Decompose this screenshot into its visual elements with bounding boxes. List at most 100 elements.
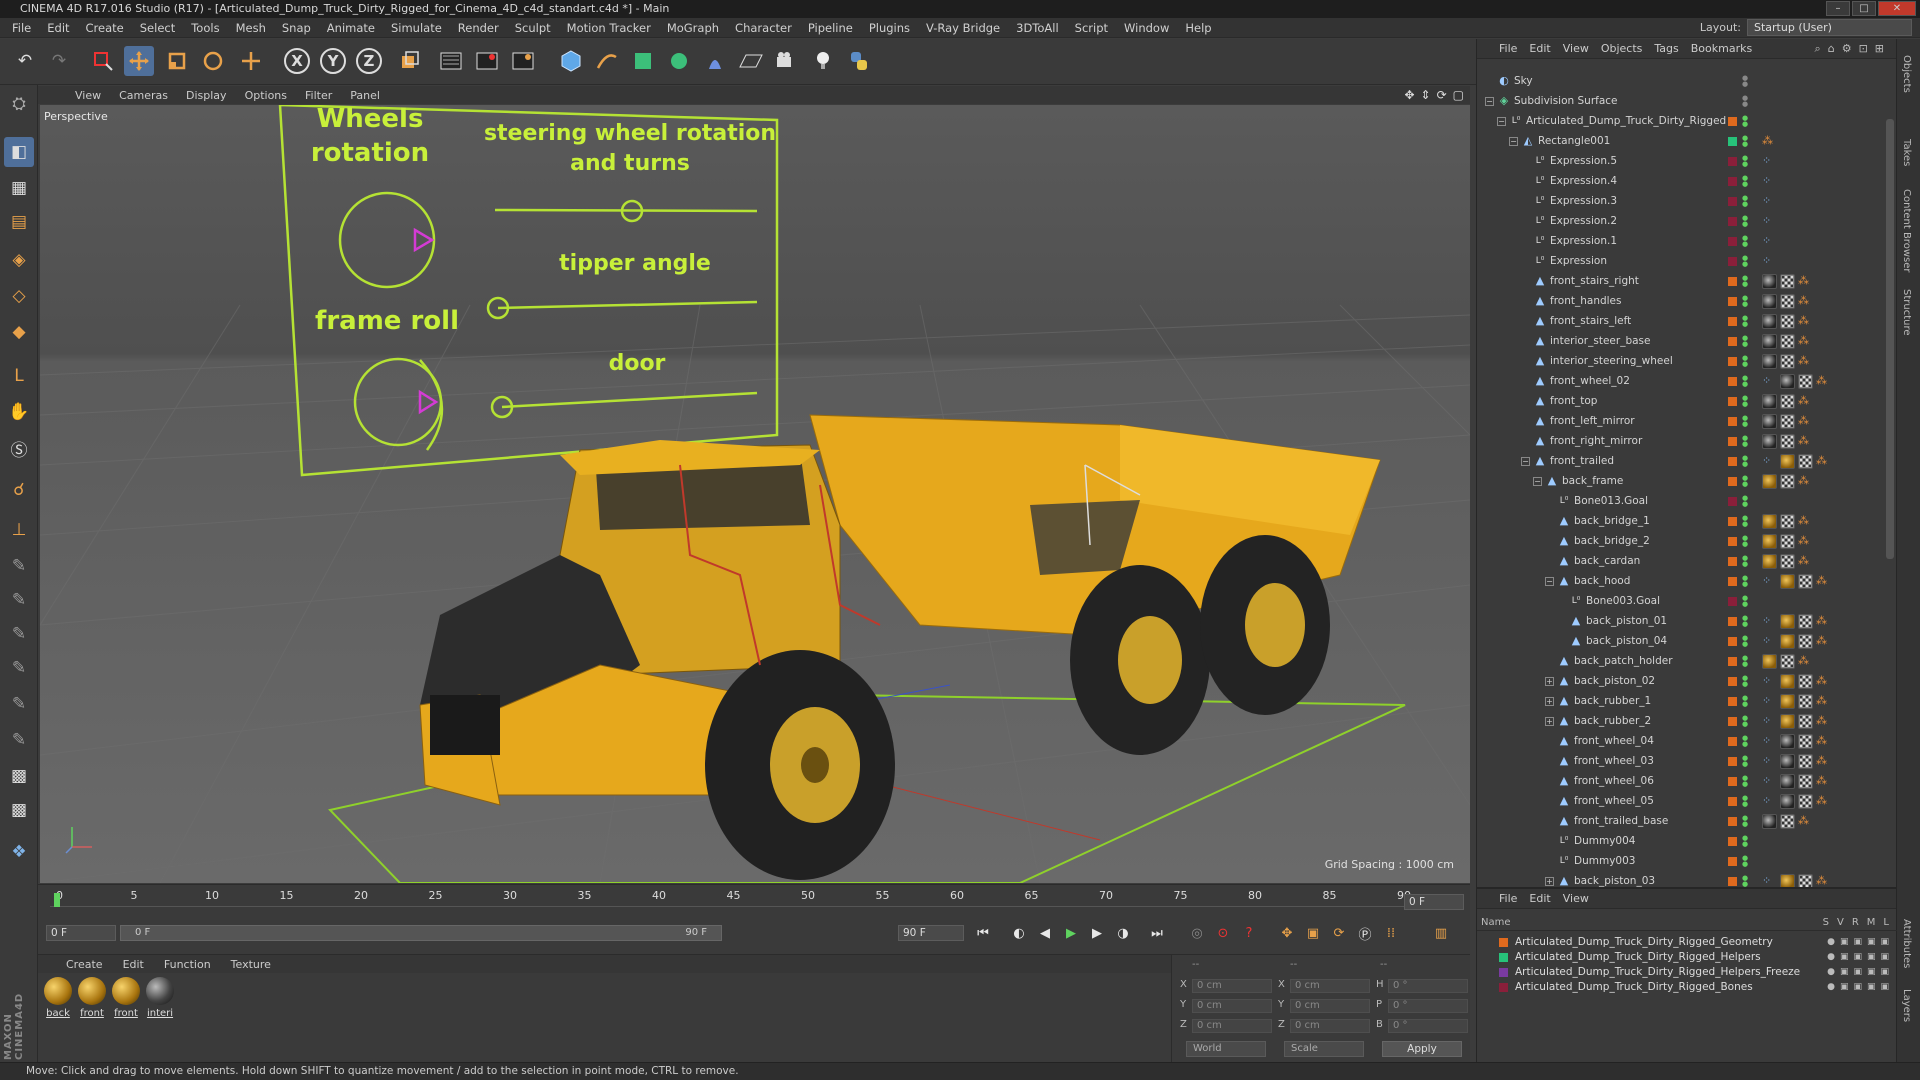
- close-button[interactable]: ✕: [1878, 1, 1916, 16]
- coord-field-value[interactable]: 0 cm: [1290, 979, 1370, 993]
- visibility-toggle-icon[interactable]: ● ●: [1742, 155, 1748, 168]
- record-keys-icon[interactable]: ◎: [1186, 922, 1208, 944]
- material-tag-icon[interactable]: [1762, 394, 1777, 409]
- timeline-window-icon[interactable]: ▥: [1430, 922, 1452, 944]
- object-row[interactable]: ▲ front_trailed_base ● ● ⁂: [1477, 812, 1887, 832]
- render-icon[interactable]: ▣: [1853, 937, 1862, 947]
- material-swatch[interactable]: front: [76, 977, 108, 1019]
- z-axis-icon[interactable]: Z: [356, 48, 382, 74]
- uvw-tag-icon[interactable]: [1780, 554, 1795, 569]
- ik-tag-icon[interactable]: ⁂: [1816, 714, 1831, 729]
- object-row[interactable]: ▲ interior_steer_base ● ● ⁂: [1477, 332, 1887, 352]
- material-tag-icon[interactable]: [1762, 474, 1777, 489]
- coord-field-a[interactable]: X 0 cm: [1180, 979, 1275, 993]
- object-row[interactable]: ▲ front_stairs_left ● ● ⁂: [1477, 312, 1887, 332]
- menu-sculpt[interactable]: Sculpt: [507, 21, 559, 35]
- menu-simulate[interactable]: Simulate: [383, 21, 450, 35]
- menu-window[interactable]: Window: [1116, 21, 1177, 35]
- menu-snap[interactable]: Snap: [274, 21, 319, 35]
- visibility-toggle-icon[interactable]: ● ●: [1742, 415, 1748, 428]
- prev-key-icon[interactable]: ◐: [1008, 922, 1030, 944]
- layer-color-swatch[interactable]: [1728, 737, 1737, 746]
- layer-color-swatch[interactable]: [1728, 757, 1737, 766]
- layer-color-swatch[interactable]: [1728, 817, 1737, 826]
- ik-tag-icon[interactable]: ⁂: [1798, 394, 1813, 409]
- object-row[interactable]: ▲ back_piston_04 ● ● ⁘ ⁂: [1477, 632, 1887, 652]
- object-row[interactable]: ▲ back_patch_holder ● ● ⁂: [1477, 652, 1887, 672]
- solo-icon[interactable]: ●: [1827, 937, 1835, 947]
- object-row[interactable]: ▲ front_stairs_right ● ● ⁂: [1477, 272, 1887, 292]
- uvw-tag-icon[interactable]: [1780, 314, 1795, 329]
- layer-color-swatch[interactable]: [1728, 297, 1737, 306]
- material-tag-icon[interactable]: [1762, 654, 1777, 669]
- visibility-toggle-icon[interactable]: ● ●: [1742, 715, 1748, 728]
- coord-field-b[interactable]: Y 0 cm: [1278, 999, 1373, 1013]
- expand-icon[interactable]: +: [1545, 677, 1554, 686]
- object-row[interactable]: + ▲ back_rubber_2 ● ● ⁘ ⁂: [1477, 712, 1887, 732]
- expression-tag-icon[interactable]: ⁘: [1762, 794, 1777, 809]
- visibility-toggle-icon[interactable]: ● ●: [1742, 235, 1748, 248]
- visibility-toggle-icon[interactable]: ● ●: [1742, 95, 1748, 108]
- object-row[interactable]: L⁰ Expression ● ● ⁘: [1477, 252, 1887, 272]
- object-row[interactable]: − ◭ Rectangle001 ● ● ⁂: [1477, 132, 1887, 152]
- ik-tag-icon[interactable]: ⁂: [1798, 474, 1813, 489]
- ik-tag-icon[interactable]: ⁂: [1816, 674, 1831, 689]
- visibility-toggle-icon[interactable]: ● ●: [1742, 755, 1748, 768]
- visibility-toggle-icon[interactable]: ● ●: [1742, 875, 1748, 888]
- menu-tools[interactable]: Tools: [183, 21, 227, 35]
- collapse-icon[interactable]: −: [1485, 97, 1494, 106]
- object-row[interactable]: ▲ front_wheel_03 ● ● ⁘ ⁂: [1477, 752, 1887, 772]
- layer-color-swatch[interactable]: [1728, 877, 1737, 886]
- object-tree[interactable]: ◐ Sky ● ● − ◈ Subdivision Surface ● ● − L⁰ Articula…: [1477, 72, 1887, 920]
- visibility-toggle-icon[interactable]: ● ●: [1742, 675, 1748, 688]
- object-row[interactable]: ▲ back_cardan ● ● ⁂: [1477, 552, 1887, 572]
- coord-field-b[interactable]: X 0 cm: [1278, 979, 1373, 993]
- object-menu-bookmarks[interactable]: Bookmarks: [1685, 42, 1758, 55]
- move-tool-icon[interactable]: [124, 46, 154, 76]
- expression-tag-icon[interactable]: ⁘: [1762, 614, 1777, 629]
- ik-tag-icon[interactable]: ⁂: [1816, 374, 1831, 389]
- material-tag-icon[interactable]: [1780, 794, 1795, 809]
- layer-color-swatch[interactable]: [1728, 777, 1737, 786]
- workplane-axis-icon[interactable]: ⊥: [4, 515, 34, 545]
- transform-tool-icon[interactable]: [236, 46, 266, 76]
- visible-icon[interactable]: ▣: [1840, 937, 1849, 947]
- move-view-icon[interactable]: ✥: [1404, 88, 1414, 102]
- menu-mesh[interactable]: Mesh: [228, 21, 274, 35]
- layer-color-swatch[interactable]: [1728, 457, 1737, 466]
- uvw-tag-icon[interactable]: [1798, 454, 1813, 469]
- solo-icon[interactable]: ●: [1827, 952, 1835, 962]
- lock-icon[interactable]: ▣: [1880, 967, 1889, 977]
- snap-icon[interactable]: Ⓢ: [4, 433, 34, 463]
- ik-tag-icon[interactable]: ⁂: [1762, 134, 1777, 149]
- brush-icon[interactable]: ✎: [4, 551, 34, 581]
- render-region-icon[interactable]: ▩: [4, 795, 34, 825]
- timeline-ruler[interactable]: 051015202530354045505560657075808590: [50, 885, 1430, 907]
- layer-color-swatch[interactable]: [1728, 837, 1737, 846]
- expand-panel-icon[interactable]: ⊞: [1875, 42, 1884, 56]
- visibility-toggle-icon[interactable]: ● ●: [1742, 455, 1748, 468]
- menu-character[interactable]: Character: [727, 21, 800, 35]
- expression-tag-icon[interactable]: ⁘: [1762, 694, 1777, 709]
- scale-tool-icon[interactable]: [162, 46, 192, 76]
- rotation-key-icon[interactable]: ⟳: [1328, 922, 1350, 944]
- viewport-menu-options[interactable]: Options: [236, 89, 296, 102]
- end-frame-field[interactable]: 90 F: [898, 925, 964, 941]
- collapse-icon[interactable]: −: [1521, 457, 1530, 466]
- layer-color-swatch[interactable]: [1728, 517, 1737, 526]
- material-tag-icon[interactable]: [1762, 314, 1777, 329]
- magnet-icon[interactable]: ☌: [4, 475, 34, 505]
- side-tab-objects[interactable]: Objects: [1901, 55, 1912, 93]
- object-row[interactable]: L⁰ Expression.5 ● ● ⁘: [1477, 152, 1887, 172]
- object-row[interactable]: ▲ front_wheel_02 ● ● ⁘ ⁂: [1477, 372, 1887, 392]
- ik-tag-icon[interactable]: ⁂: [1798, 514, 1813, 529]
- object-row[interactable]: ▲ front_wheel_05 ● ● ⁘ ⁂: [1477, 792, 1887, 812]
- object-row[interactable]: L⁰ Expression.4 ● ● ⁘: [1477, 172, 1887, 192]
- material-tag-icon[interactable]: [1780, 374, 1795, 389]
- layer-row[interactable]: Articulated_Dump_Truck_Dirty_Rigged_Help…: [1477, 950, 1897, 965]
- material-tag-icon[interactable]: [1762, 294, 1777, 309]
- material-tag-icon[interactable]: [1780, 694, 1795, 709]
- menu-animate[interactable]: Animate: [319, 21, 383, 35]
- layer-color-swatch[interactable]: [1728, 397, 1737, 406]
- coord-field-b[interactable]: Z 0 cm: [1278, 1019, 1373, 1033]
